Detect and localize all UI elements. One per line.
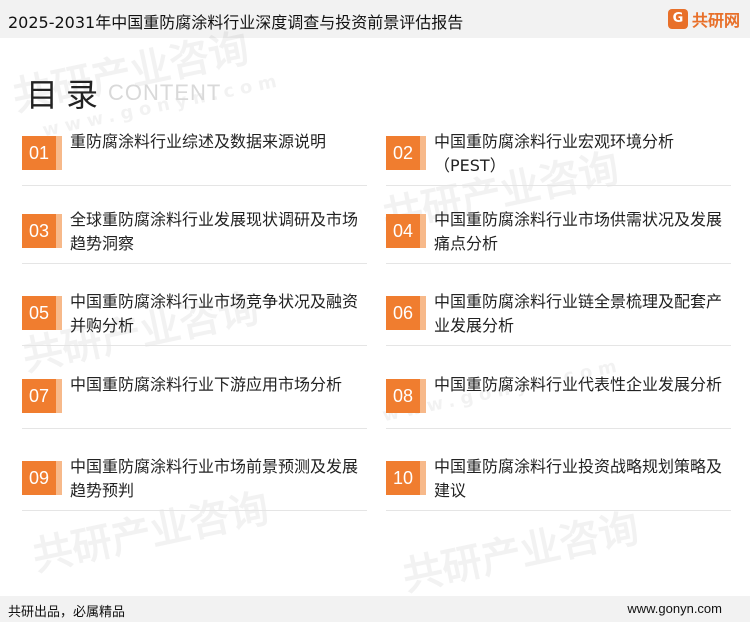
toc-item-label: 中国重防腐涂料行业下游应用市场分析 bbox=[70, 375, 343, 394]
toc-item: 03 全球重防腐涂料行业发展现状调研及市场趋势洞察 bbox=[22, 208, 367, 268]
divider bbox=[22, 263, 367, 264]
toc-item-label: 全球重防腐涂料行业发展现状调研及市场趋势洞察 bbox=[70, 210, 359, 253]
toc-item-number: 06 bbox=[386, 296, 426, 330]
footer-bar: 共研出品，必属精品 www.gonyn.com bbox=[0, 596, 750, 622]
toc-item: 08 中国重防腐涂料行业代表性企业发展分析 bbox=[386, 373, 731, 433]
report-title: 2025-2031年中国重防腐涂料行业深度调查与投资前景评估报告 bbox=[8, 13, 464, 32]
toc-item: 06 中国重防腐涂料行业链全景梳理及配套产业发展分析 bbox=[386, 290, 731, 350]
toc-item: 09 中国重防腐涂料行业市场前景预测及发展趋势预判 bbox=[22, 455, 367, 515]
toc-item-number: 07 bbox=[22, 379, 62, 413]
toc-subtitle: CONTENT bbox=[108, 80, 222, 105]
brand-logo: G 共研网 bbox=[667, 6, 740, 32]
toc-item-number: 01 bbox=[22, 136, 62, 170]
toc-item-number: 03 bbox=[22, 214, 62, 248]
divider bbox=[386, 510, 731, 511]
toc-item: 05 中国重防腐涂料行业市场竞争状况及融资并购分析 bbox=[22, 290, 367, 350]
footer-site-url: www.gonyn.com bbox=[627, 601, 722, 616]
divider bbox=[22, 510, 367, 511]
toc-item: 01 重防腐涂料行业综述及数据来源说明 bbox=[22, 130, 367, 190]
toc-item-label: 中国重防腐涂料行业市场前景预测及发展趋势预判 bbox=[70, 457, 359, 500]
toc-item-label: 中国重防腐涂料行业代表性企业发展分析 bbox=[434, 375, 723, 394]
toc-title: 目录 bbox=[26, 76, 107, 114]
toc-item-label: 中国重防腐涂料行业宏观环境分析（PEST） bbox=[434, 132, 675, 175]
divider bbox=[22, 428, 367, 429]
toc-item: 02 中国重防腐涂料行业宏观环境分析（PEST） bbox=[386, 130, 731, 190]
divider bbox=[22, 345, 367, 346]
toc-item: 04 中国重防腐涂料行业市场供需状况及发展痛点分析 bbox=[386, 208, 731, 268]
brand-name: 共研网 bbox=[691, 11, 740, 30]
toc-item-label: 中国重防腐涂料行业链全景梳理及配套产业发展分析 bbox=[434, 292, 723, 335]
brand-logo-icon: G bbox=[667, 9, 688, 29]
toc-item-number: 04 bbox=[386, 214, 426, 248]
header-bar: 2025-2031年中国重防腐涂料行业深度调查与投资前景评估报告 G 共研网 bbox=[0, 0, 750, 38]
toc-item: 07 中国重防腐涂料行业下游应用市场分析 bbox=[22, 373, 367, 433]
toc-item-number: 05 bbox=[22, 296, 62, 330]
divider bbox=[386, 263, 731, 264]
toc-item-number: 08 bbox=[386, 379, 426, 413]
divider bbox=[386, 428, 731, 429]
divider bbox=[22, 185, 367, 186]
footer-slogan: 共研出品，必属精品 bbox=[8, 605, 126, 620]
toc-item-label: 中国重防腐涂料行业投资战略规划策略及建议 bbox=[434, 457, 723, 500]
divider bbox=[386, 345, 731, 346]
toc-item-label: 中国重防腐涂料行业市场供需状况及发展痛点分析 bbox=[434, 210, 723, 253]
toc-item-label: 中国重防腐涂料行业市场竞争状况及融资并购分析 bbox=[70, 292, 359, 335]
toc-item: 10 中国重防腐涂料行业投资战略规划策略及建议 bbox=[386, 455, 731, 515]
toc-item-number: 09 bbox=[22, 461, 62, 495]
toc-item-number: 02 bbox=[386, 136, 426, 170]
divider bbox=[386, 185, 731, 186]
toc-item-label: 重防腐涂料行业综述及数据来源说明 bbox=[70, 132, 327, 151]
toc-item-number: 10 bbox=[386, 461, 426, 495]
